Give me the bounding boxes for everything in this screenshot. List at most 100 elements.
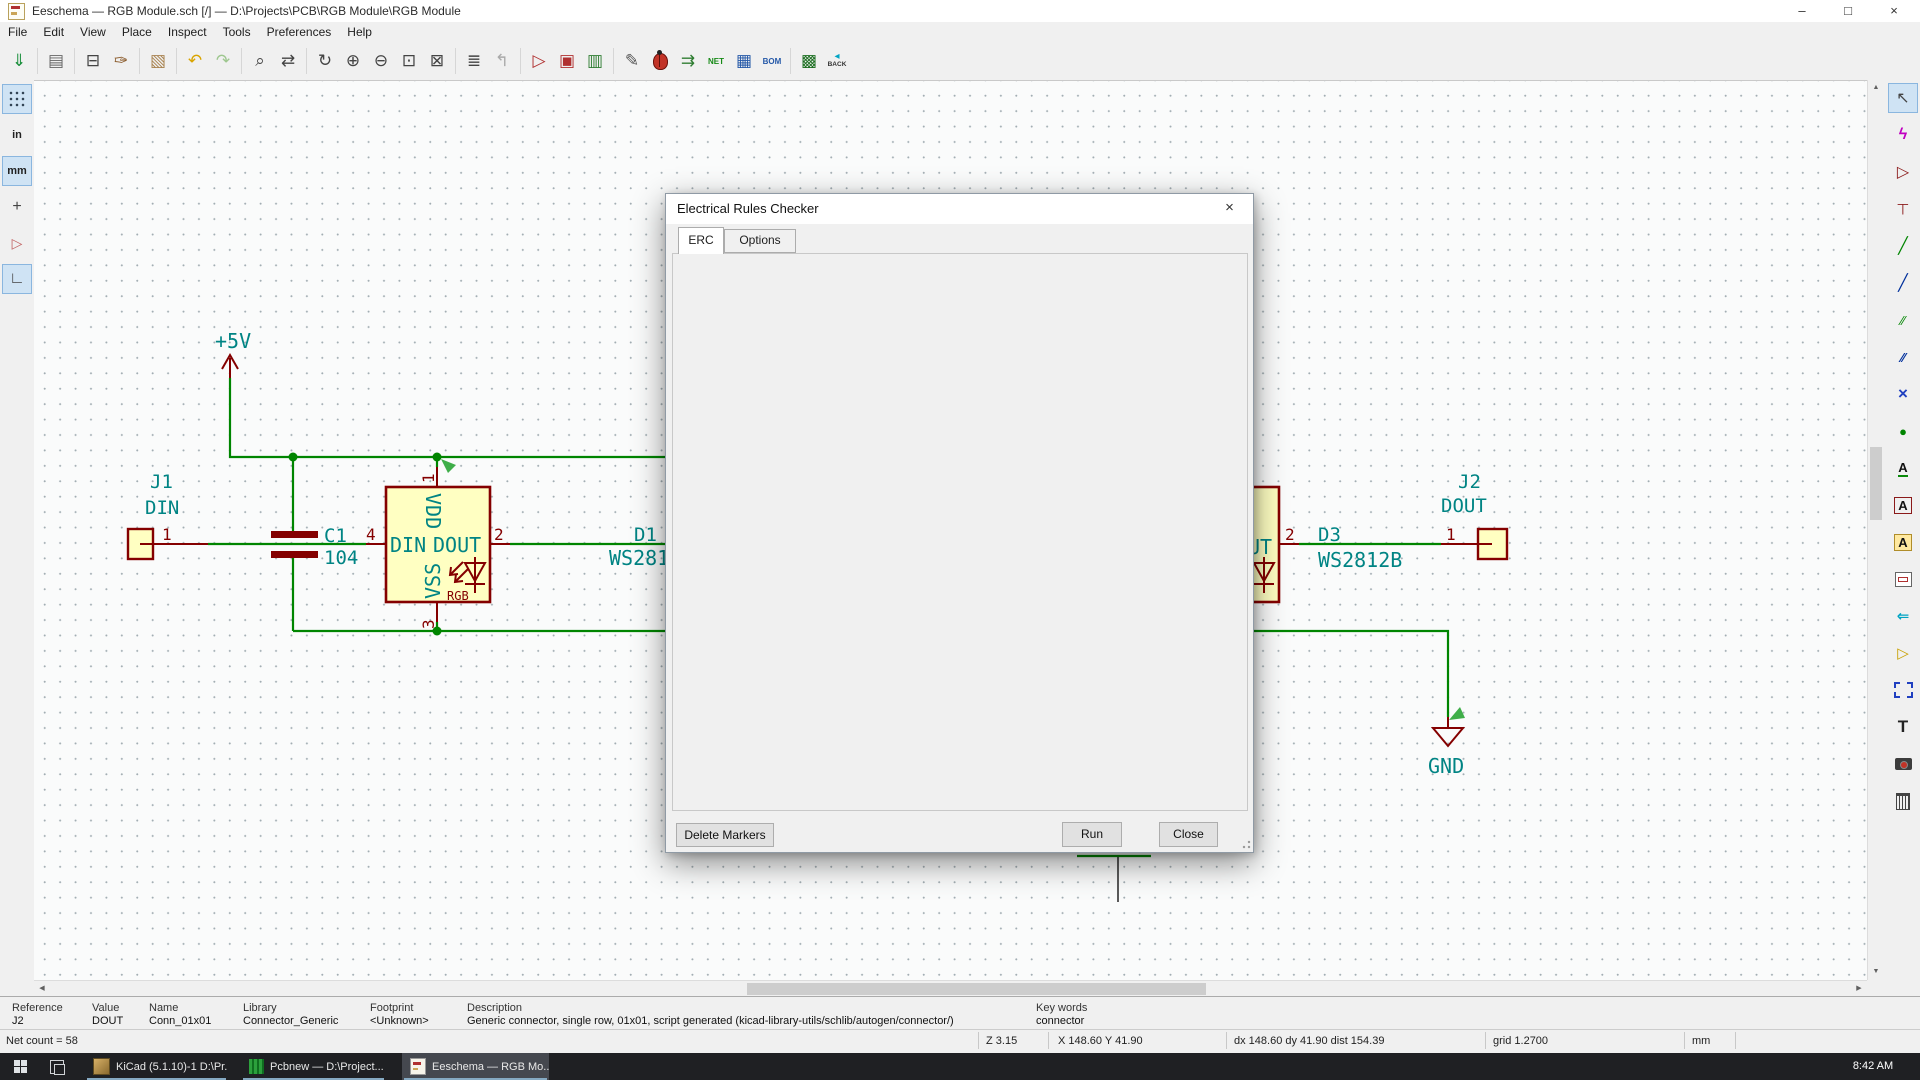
select-tool-icon[interactable]: ↖ <box>1888 83 1918 113</box>
zoom-fit-icon[interactable]: ⊡ <box>395 47 423 75</box>
c1-value[interactable]: 104 <box>324 547 358 569</box>
menu-place[interactable]: Place <box>114 22 160 42</box>
menu-preferences[interactable]: Preferences <box>259 22 340 42</box>
menu-file[interactable]: File <box>0 22 35 42</box>
place-junction-icon[interactable]: ● <box>1888 416 1918 446</box>
symbol-editor-icon[interactable]: ▷ <box>525 47 553 75</box>
erc-icon[interactable] <box>646 47 674 75</box>
cursor-position: X 148.60 Y 41.90 <box>1058 1035 1143 1047</box>
minimize-button[interactable]: – <box>1779 0 1825 22</box>
scroll-right-icon[interactable]: ▶ <box>1851 981 1867 997</box>
netlist-icon[interactable]: NET <box>702 47 730 75</box>
place-sheet-pin-icon[interactable]: ▷ <box>1888 638 1918 668</box>
leave-sheet-icon[interactable]: ↰ <box>488 47 516 75</box>
place-wire-icon[interactable]: ╱ <box>1888 231 1918 261</box>
place-bus-icon[interactable]: ╱ <box>1888 268 1918 298</box>
place-net-label-icon[interactable]: A <box>1888 453 1918 483</box>
no-connect-flag-icon[interactable]: × <box>1888 379 1918 409</box>
wire-to-bus-entry-icon[interactable]: ∕∕ <box>1888 305 1918 335</box>
place-hierarchical-label-icon[interactable]: A <box>1888 527 1918 557</box>
undo-icon[interactable]: ↶ <box>181 47 209 75</box>
zoom-in-icon[interactable]: ⊕ <box>339 47 367 75</box>
menu-edit[interactable]: Edit <box>35 22 72 42</box>
scroll-up-icon[interactable]: ▲ <box>1868 80 1884 96</box>
zoom-selection-icon[interactable]: ⊠ <box>423 47 451 75</box>
menu-help[interactable]: Help <box>339 22 380 42</box>
vertical-scrollbar[interactable]: ▲ ▼ <box>1867 80 1884 980</box>
page-settings-icon[interactable]: ▤ <box>42 47 70 75</box>
scroll-down-icon[interactable]: ▼ <box>1868 964 1884 980</box>
d3-value[interactable]: WS2812B <box>1318 548 1402 572</box>
j2-value[interactable]: DOUT <box>1441 495 1487 517</box>
hidden-pins-icon[interactable]: ▷ <box>2 228 32 258</box>
symbol-browser-icon[interactable]: ▣ <box>553 47 581 75</box>
menu-tools[interactable]: Tools <box>215 22 259 42</box>
taskbar-clock[interactable]: 8:42 AM <box>1838 1053 1908 1080</box>
dialog-title-bar[interactable]: Electrical Rules Checker × <box>666 194 1253 224</box>
assign-footprints-icon[interactable]: ⇉ <box>674 47 702 75</box>
c1-reference[interactable]: C1 <box>324 525 347 547</box>
delete-markers-button[interactable]: Delete Markers <box>676 823 774 847</box>
place-text-icon[interactable]: T <box>1888 712 1918 742</box>
place-symbol-icon[interactable]: ▷ <box>1888 157 1918 187</box>
annotate-icon[interactable]: ✎ <box>618 47 646 75</box>
menu-view[interactable]: View <box>72 22 114 42</box>
tab-options[interactable]: Options <box>724 229 796 253</box>
delete-tool-icon[interactable] <box>1888 786 1918 816</box>
close-button[interactable]: × <box>1871 0 1917 22</box>
run-button[interactable]: Run <box>1062 822 1122 847</box>
taskbar-app-pcbnew[interactable]: Pcbnew — D:\Project... <box>241 1053 386 1080</box>
hierarchy-navigator-icon[interactable]: ≣ <box>460 47 488 75</box>
run-pcbnew-icon[interactable]: ▩ <box>795 47 823 75</box>
find-replace-icon[interactable]: ⇄ <box>274 47 302 75</box>
zoom-out-icon[interactable]: ⊖ <box>367 47 395 75</box>
vertical-scrollbar-thumb[interactable] <box>1870 447 1882 520</box>
zoom-level: Z 3.15 <box>986 1035 1017 1047</box>
horizontal-scrollbar-thumb[interactable] <box>747 983 1206 995</box>
gnd-label[interactable]: GND <box>1428 754 1464 778</box>
redraw-view-icon[interactable]: ↻ <box>311 47 339 75</box>
restore-button[interactable]: □ <box>1825 0 1871 22</box>
place-hierarchical-sheet-icon[interactable] <box>1888 564 1918 594</box>
d3-reference[interactable]: D3 <box>1318 524 1341 546</box>
bus-to-bus-entry-icon[interactable]: ∕∕ <box>1888 342 1918 372</box>
paste-icon[interactable]: ▧ <box>144 47 172 75</box>
units-inches-icon[interactable]: in <box>2 120 32 150</box>
back-annotate-icon[interactable]: ◂ BACK <box>823 47 851 75</box>
bom-icon[interactable]: BOM <box>758 47 786 75</box>
d1-reference[interactable]: D1 <box>634 524 657 546</box>
taskbar-app-kicad[interactable]: KiCad (5.1.10)-1 D:\Pr... <box>85 1053 228 1080</box>
start-button[interactable] <box>14 1060 27 1073</box>
print-icon[interactable]: ⊟ <box>79 47 107 75</box>
tab-erc[interactable]: ERC <box>678 227 724 254</box>
symbol-fields-table-icon[interactable]: ▦ <box>730 47 758 75</box>
units-mm-icon[interactable]: mm <box>2 156 32 186</box>
place-global-label-icon[interactable]: A <box>1888 490 1918 520</box>
plot-icon[interactable]: ✑ <box>107 47 135 75</box>
place-graphic-lines-icon[interactable] <box>1888 675 1918 705</box>
menu-inspect[interactable]: Inspect <box>160 22 215 42</box>
dialog-close-button[interactable]: × <box>1207 194 1252 223</box>
highlight-net-icon[interactable]: ϟ <box>1888 120 1918 150</box>
import-sheet-pin-icon[interactable]: ⇐ <box>1888 601 1918 631</box>
cursor-shape-icon[interactable]: + <box>2 192 32 222</box>
grid-toggle-icon[interactable] <box>2 84 32 114</box>
horizontal-scrollbar[interactable]: ◀ ▶ <box>34 980 1867 997</box>
resize-grip[interactable] <box>1242 840 1251 849</box>
symbol-libraries-icon[interactable]: ▥ <box>581 47 609 75</box>
toolbar-separator <box>613 48 614 74</box>
j2-reference[interactable]: J2 <box>1458 471 1481 493</box>
place-power-port-icon[interactable]: ⊥ <box>1888 194 1918 224</box>
hv-wires-icon[interactable]: ∟ <box>2 264 32 294</box>
j1-reference[interactable]: J1 <box>150 471 173 493</box>
scroll-left-icon[interactable]: ◀ <box>34 981 50 997</box>
taskbar-app-eeschema[interactable]: Eeschema — RGB Mo... <box>402 1053 549 1080</box>
close-dialog-button[interactable]: Close <box>1159 822 1218 847</box>
place-image-icon[interactable] <box>1888 749 1918 779</box>
save-icon[interactable]: ⇓ <box>5 47 33 75</box>
find-icon[interactable]: ⌕ <box>246 47 274 75</box>
power-label-5v[interactable]: +5V <box>215 329 251 353</box>
j1-value[interactable]: DIN <box>145 497 179 519</box>
redo-icon[interactable]: ↷ <box>209 47 237 75</box>
task-view-button[interactable] <box>50 1060 64 1074</box>
